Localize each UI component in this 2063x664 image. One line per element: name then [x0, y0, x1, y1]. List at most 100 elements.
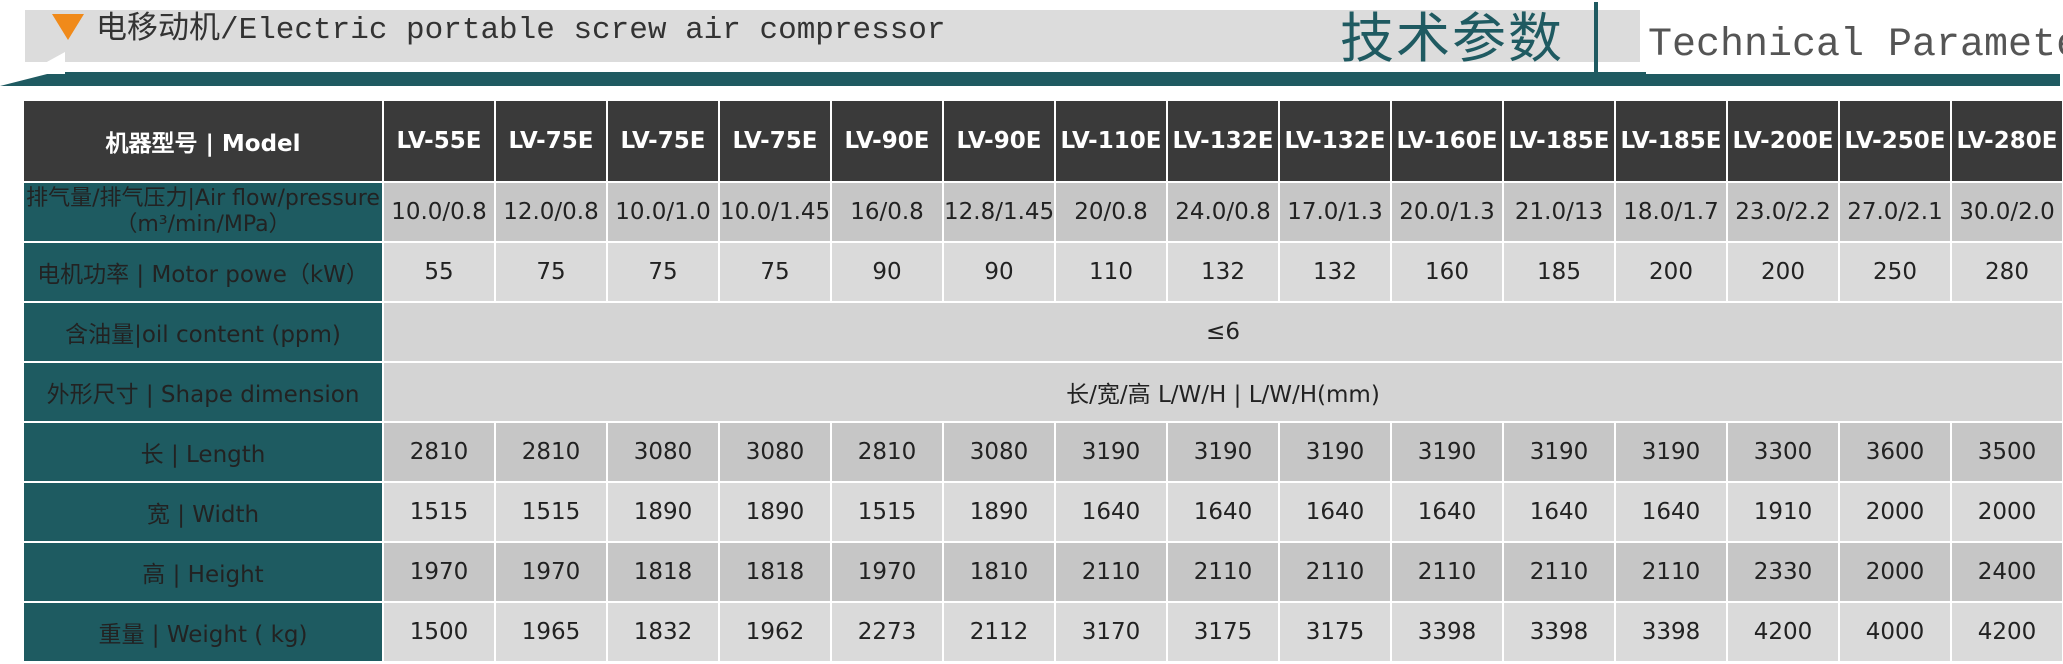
model-cell: LV-200E — [1726, 99, 1840, 183]
product-title: 电移动机/Electric portable screw air compres… — [96, 13, 946, 48]
height-cell: 2330 — [1726, 541, 1840, 603]
model-cell: LV-75E — [494, 99, 608, 183]
page-header: 电移动机/Electric portable screw air compres… — [0, 0, 2063, 95]
weight-cell: 1500 — [382, 601, 496, 663]
airflow-cell: 20.0/1.3 — [1390, 181, 1504, 243]
height-cell: 2110 — [1166, 541, 1280, 603]
oil-value: ≤6 — [382, 301, 2063, 363]
weight-row: 重量 | Weight ( kg) 1500 1965 1832 1962 22… — [22, 601, 2063, 663]
airflow-label: 排气量/排气压力|Air flow/pressure （m³/min/MPa） — [22, 181, 384, 243]
width-cell: 1890 — [942, 481, 1056, 543]
model-cell: LV-75E — [718, 99, 832, 183]
airflow-row: 排气量/排气压力|Air flow/pressure （m³/min/MPa） … — [22, 181, 2063, 243]
airflow-cell: 12.8/1.45 — [942, 181, 1056, 243]
height-cell: 2110 — [1278, 541, 1392, 603]
motor-cell: 200 — [1614, 241, 1728, 303]
motor-cell: 185 — [1502, 241, 1616, 303]
oil-row: 含油量|oil content (ppm) ≤6 — [22, 301, 2063, 363]
height-cell: 1818 — [718, 541, 832, 603]
model-cell: LV-160E — [1390, 99, 1504, 183]
weight-cell: 1962 — [718, 601, 832, 663]
orange-triangle-icon — [52, 14, 84, 40]
model-cell: LV-75E — [606, 99, 720, 183]
motor-cell: 250 — [1838, 241, 1952, 303]
length-cell: 3080 — [942, 421, 1056, 483]
width-cell: 1640 — [1502, 481, 1616, 543]
weight-cell: 4000 — [1838, 601, 1952, 663]
model-cell: LV-132E — [1278, 99, 1392, 183]
height-cell: 2400 — [1950, 541, 2063, 603]
length-cell: 3190 — [1502, 421, 1616, 483]
weight-cell: 2112 — [942, 601, 1056, 663]
width-cell: 1640 — [1166, 481, 1280, 543]
height-cell: 1970 — [382, 541, 496, 603]
airflow-cell: 10.0/1.45 — [718, 181, 832, 243]
weight-cell: 4200 — [1726, 601, 1840, 663]
width-label: 宽 | Width — [22, 481, 384, 543]
motor-cell: 132 — [1166, 241, 1280, 303]
airflow-cell: 23.0/2.2 — [1726, 181, 1840, 243]
length-cell: 3190 — [1278, 421, 1392, 483]
length-cell: 3190 — [1390, 421, 1504, 483]
height-cell: 2110 — [1390, 541, 1504, 603]
model-cell: LV-110E — [1054, 99, 1168, 183]
airflow-cell: 21.0/13 — [1502, 181, 1616, 243]
header-divider — [1594, 2, 1598, 72]
model-cell: LV-185E — [1614, 99, 1728, 183]
length-label: 长 | Length — [22, 421, 384, 483]
weight-cell: 4200 — [1950, 601, 2063, 663]
shape-value: 长/宽/高 L/W/H | L/W/H(mm) — [382, 361, 2063, 423]
airflow-cell: 10.0/1.0 — [606, 181, 720, 243]
weight-cell: 2273 — [830, 601, 944, 663]
weight-cell: 3175 — [1166, 601, 1280, 663]
weight-cell: 3398 — [1614, 601, 1728, 663]
motor-cell: 280 — [1950, 241, 2063, 303]
length-cell: 3190 — [1614, 421, 1728, 483]
width-cell: 1910 — [1726, 481, 1840, 543]
width-cell: 2000 — [1838, 481, 1952, 543]
oil-label: 含油量|oil content (ppm) — [22, 301, 384, 363]
weight-cell: 1965 — [494, 601, 608, 663]
section-title-cn: 技术参数 — [1340, 7, 1564, 70]
airflow-cell: 27.0/2.1 — [1838, 181, 1952, 243]
height-cell: 1970 — [494, 541, 608, 603]
model-label: 机器型号 | Model — [22, 99, 384, 183]
length-cell: 3080 — [606, 421, 720, 483]
length-row: 长 | Length 2810 2810 3080 3080 2810 3080… — [22, 421, 2063, 483]
motor-cell: 132 — [1278, 241, 1392, 303]
motor-cell: 200 — [1726, 241, 1840, 303]
motor-cell: 75 — [718, 241, 832, 303]
width-cell: 1640 — [1390, 481, 1504, 543]
airflow-cell: 10.0/0.8 — [382, 181, 496, 243]
motor-cell: 160 — [1390, 241, 1504, 303]
weight-cell: 3398 — [1502, 601, 1616, 663]
model-cell: LV-250E — [1838, 99, 1952, 183]
motor-cell: 110 — [1054, 241, 1168, 303]
weight-cell: 3398 — [1390, 601, 1504, 663]
height-label: 高 | Height — [22, 541, 384, 603]
model-cell: LV-185E — [1502, 99, 1616, 183]
height-cell: 1810 — [942, 541, 1056, 603]
weight-cell: 1832 — [606, 601, 720, 663]
airflow-cell: 17.0/1.3 — [1278, 181, 1392, 243]
airflow-cell: 12.0/0.8 — [494, 181, 608, 243]
height-cell: 1818 — [606, 541, 720, 603]
height-cell: 2110 — [1614, 541, 1728, 603]
airflow-cell: 30.0/2.0 — [1950, 181, 2063, 243]
length-cell: 3080 — [718, 421, 832, 483]
length-cell: 2810 — [830, 421, 944, 483]
airflow-label-line1: 排气量/排气压力|Air flow/pressure — [26, 186, 380, 211]
airflow-cell: 16/0.8 — [830, 181, 944, 243]
width-cell: 1515 — [382, 481, 496, 543]
height-cell: 2000 — [1838, 541, 1952, 603]
section-title-en: Technical Parameters — [1646, 18, 2063, 74]
model-cell: LV-55E — [382, 99, 496, 183]
width-row: 宽 | Width 1515 1515 1890 1890 1515 1890 … — [22, 481, 2063, 543]
height-cell: 1970 — [830, 541, 944, 603]
length-cell: 3190 — [1166, 421, 1280, 483]
airflow-cell: 18.0/1.7 — [1614, 181, 1728, 243]
shape-row: 外形尺寸 | Shape dimension 长/宽/高 L/W/H | L/W… — [22, 361, 2063, 423]
spec-table: 机器型号 | Model LV-55E LV-75E LV-75E LV-75E… — [22, 99, 2063, 663]
shape-label: 外形尺寸 | Shape dimension — [22, 361, 384, 423]
airflow-cell: 20/0.8 — [1054, 181, 1168, 243]
